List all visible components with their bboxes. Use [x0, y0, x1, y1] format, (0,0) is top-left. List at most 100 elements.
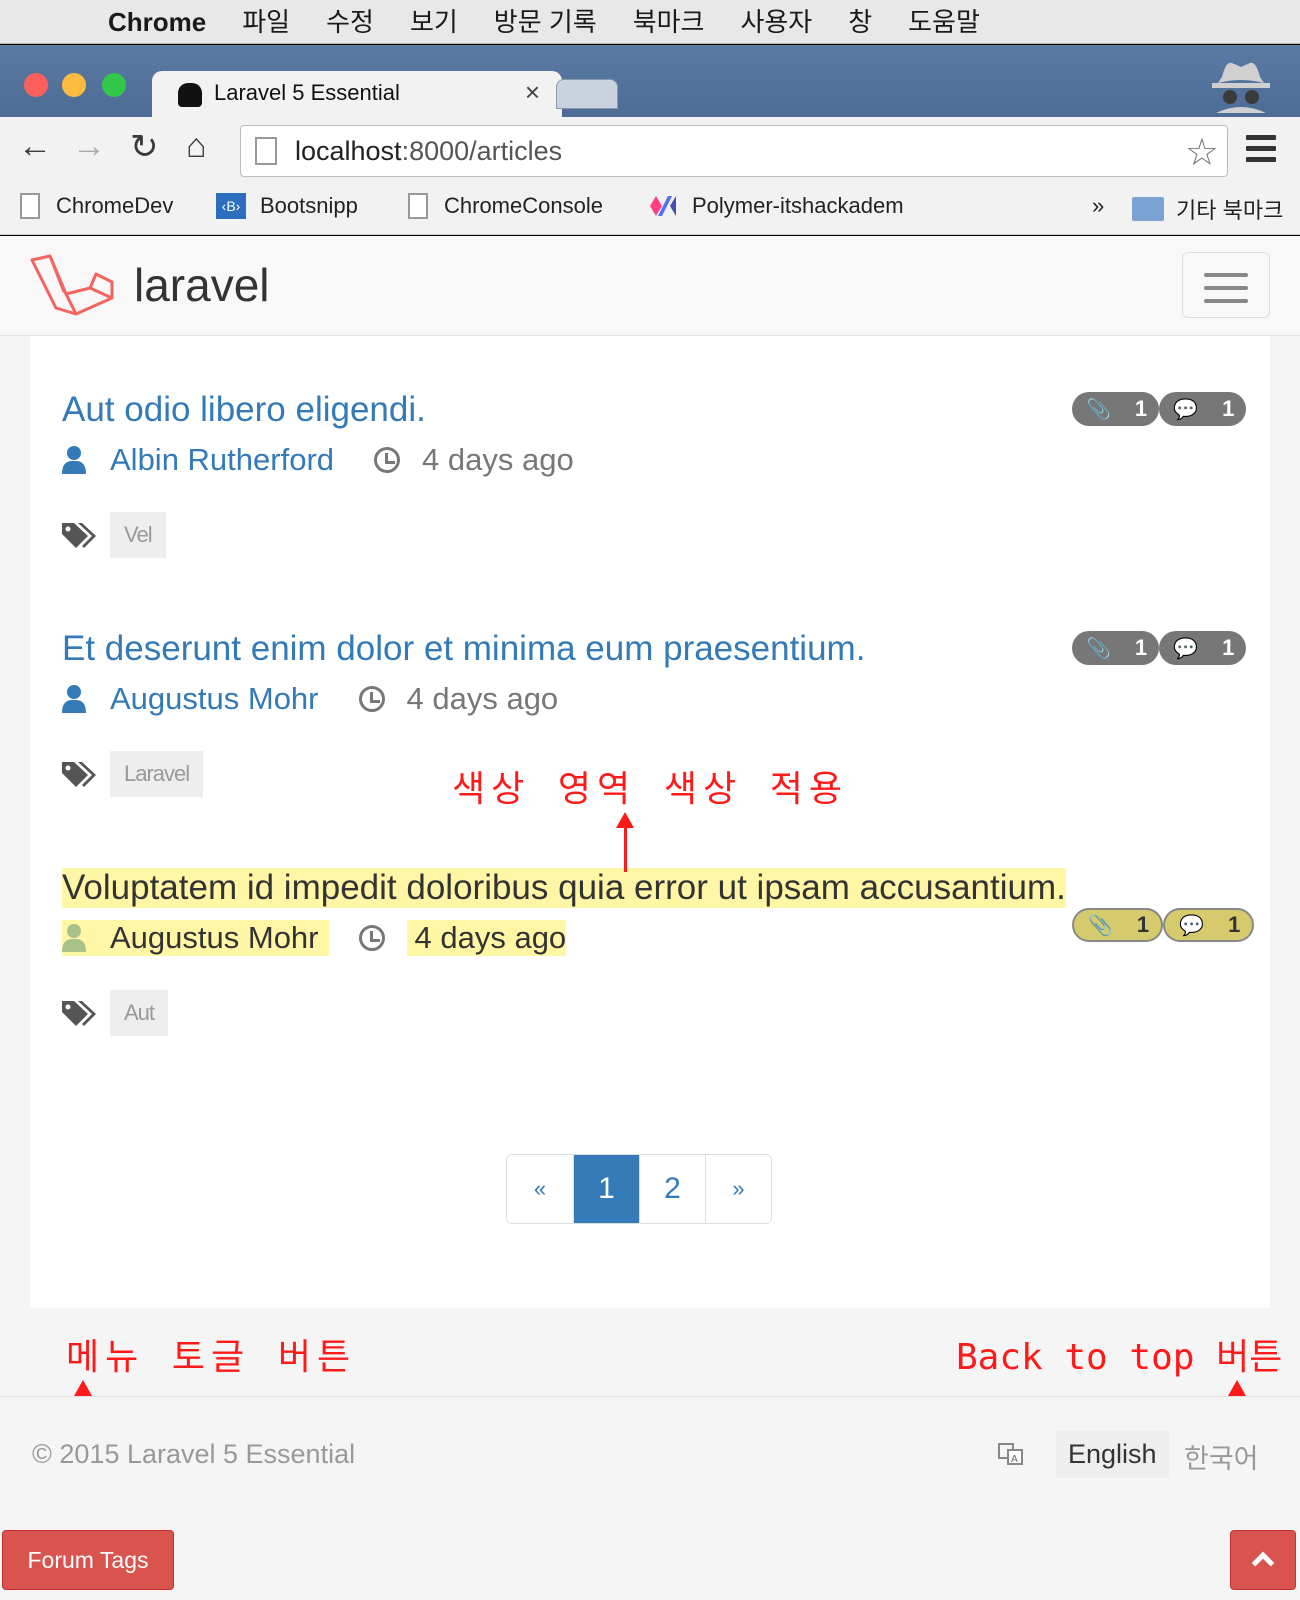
article-meta: Augustus Mohr 4 days ago: [62, 920, 567, 956]
bookmarks-overflow[interactable]: »: [1092, 193, 1104, 219]
lang-english-link[interactable]: English: [1056, 1431, 1169, 1478]
home-icon[interactable]: ⌂: [186, 127, 207, 166]
menu-app-chrome[interactable]: Chrome: [108, 0, 206, 44]
minimize-window-button[interactable]: [62, 73, 86, 97]
language-icon: A: [998, 1443, 1023, 1465]
comment-count-badge: 💬 1: [1163, 908, 1255, 942]
page-icon: [20, 193, 40, 219]
pagination: « 1 2 »: [506, 1154, 772, 1224]
article-tags: Laravel: [62, 751, 204, 797]
comment-count-badge: 💬 1: [1159, 392, 1247, 426]
lang-korean-link[interactable]: 한국어: [1184, 1437, 1259, 1476]
reload-icon[interactable]: ↻: [130, 127, 159, 167]
zoom-window-button[interactable]: [102, 73, 126, 97]
article-author[interactable]: Albin Rutherford: [110, 442, 334, 478]
polymer-icon: [650, 196, 676, 216]
bookmark-chromeconsole[interactable]: ChromeConsole: [408, 193, 603, 219]
article-date: 4 days ago: [422, 442, 574, 477]
paperclip-icon: 📎: [1086, 398, 1111, 421]
menu-toggle-button[interactable]: [1182, 252, 1270, 318]
bookmark-chromedev[interactable]: ChromeDev: [20, 193, 173, 219]
article-date: 4 days ago: [406, 920, 567, 956]
bookmark-other-folder[interactable]: 기타 북마크: [1132, 193, 1283, 225]
user-icon: [62, 446, 86, 474]
annotation-highlight: 색상 영역 색상 적용: [452, 769, 848, 810]
forum-tags-button[interactable]: Forum Tags: [2, 1530, 174, 1590]
browser-toolbar: ← → ↻ ⌂ localhost:8000/articles ☆: [0, 117, 1300, 183]
footer-copyright: © 2015 Laravel 5 Essential: [32, 1439, 356, 1469]
chevron-up-icon: [1251, 1551, 1275, 1575]
attachment-count-badge: 📎 1: [1072, 392, 1160, 426]
web-page: laravel Aut odio libero eligendi. Albin …: [0, 236, 1300, 1600]
article-date: 4 days ago: [406, 681, 559, 716]
browser-tab-active[interactable]: Laravel 5 Essential ×: [152, 71, 562, 119]
bookmark-star-icon[interactable]: ☆: [1185, 130, 1219, 175]
articles-list: Aut odio libero eligendi. Albin Rutherfo…: [30, 336, 1270, 1308]
clock-icon: [374, 447, 401, 473]
article-meta: Augustus Mohr 4 days ago: [62, 681, 558, 717]
annotation-back-to-top: Back to top 버튼: [956, 1337, 1283, 1378]
tab-close-icon[interactable]: ×: [525, 77, 540, 108]
menu-history[interactable]: 방문 기록: [494, 0, 597, 44]
comment-count-badge: 💬 1: [1159, 631, 1247, 665]
article-badges: 📎 1 💬 1: [1072, 908, 1255, 942]
brand-name[interactable]: laravel: [134, 258, 270, 312]
article-meta: Albin Rutherford 4 days ago: [62, 442, 574, 478]
article-tags: Vel: [62, 512, 166, 558]
clock-icon: [358, 686, 385, 712]
back-to-top-button[interactable]: [1230, 1530, 1296, 1590]
pagination-page-2[interactable]: 2: [639, 1155, 705, 1223]
android-favicon-icon: [178, 83, 202, 107]
site-footer: © 2015 Laravel 5 Essential A English 한국어: [0, 1396, 1300, 1600]
tag-label[interactable]: Aut: [110, 990, 169, 1036]
site-navbar: laravel: [0, 236, 1300, 336]
menu-edit[interactable]: 수정: [326, 0, 374, 44]
svg-text:A: A: [1011, 1454, 1018, 1465]
incognito-icon: [1212, 62, 1270, 113]
browser-titlebar: Laravel 5 Essential ×: [0, 45, 1300, 119]
tags-icon: [62, 762, 96, 787]
comments-icon: 💬: [1179, 914, 1205, 937]
bookmark-bootsnipp[interactable]: ‹B› Bootsnipp: [216, 193, 358, 219]
bookmark-polymer[interactable]: Polymer-itshackadem: [648, 193, 920, 219]
folder-icon: [1132, 197, 1164, 221]
article-title[interactable]: Et deserunt enim dolor et minima eum pra…: [62, 629, 865, 669]
pagination-page-1[interactable]: 1: [573, 1155, 639, 1223]
tag-label[interactable]: Laravel: [110, 751, 204, 797]
article-tags: Aut: [62, 990, 169, 1036]
menu-help[interactable]: 도움말: [908, 0, 980, 44]
article-author[interactable]: Augustus Mohr: [110, 681, 319, 717]
back-icon[interactable]: ←: [18, 127, 52, 166]
close-window-button[interactable]: [24, 73, 48, 97]
forward-icon[interactable]: →: [72, 127, 106, 166]
comments-icon: 💬: [1173, 398, 1199, 421]
article-title[interactable]: Voluptatem id impedit doloribus quia err…: [62, 868, 1066, 908]
new-tab-button[interactable]: [556, 79, 618, 109]
pagination-next[interactable]: »: [705, 1155, 771, 1223]
laravel-logo-icon[interactable]: [28, 254, 118, 318]
menu-file[interactable]: 파일: [242, 0, 290, 44]
address-url[interactable]: localhost:8000/articles: [295, 136, 562, 167]
chrome-menu-icon[interactable]: [1246, 135, 1276, 168]
bootsnipp-icon: ‹B›: [216, 193, 246, 219]
article-author[interactable]: Augustus Mohr: [110, 920, 319, 956]
article-title[interactable]: Aut odio libero eligendi.: [62, 390, 426, 430]
address-bar[interactable]: localhost:8000/articles ☆: [240, 125, 1228, 177]
menu-view[interactable]: 보기: [410, 0, 458, 44]
attachment-count-badge: 📎 1: [1072, 631, 1160, 665]
paperclip-icon: 📎: [1088, 914, 1113, 937]
page-icon: [255, 137, 277, 165]
annotation-arrow: [616, 812, 634, 872]
comments-icon: 💬: [1173, 637, 1199, 660]
clock-icon: [358, 925, 385, 951]
attachment-count-badge: 📎 1: [1072, 908, 1164, 942]
page-icon: [408, 193, 428, 219]
pagination-prev[interactable]: «: [507, 1155, 573, 1223]
article-badges: 📎 1 💬 1: [1072, 631, 1247, 665]
user-icon: [62, 685, 86, 713]
menu-window[interactable]: 창: [848, 0, 872, 44]
menu-bookmarks[interactable]: 북마크: [633, 0, 705, 44]
paperclip-icon: 📎: [1086, 637, 1111, 660]
tag-label[interactable]: Vel: [110, 512, 166, 558]
menu-people[interactable]: 사용자: [740, 0, 812, 44]
